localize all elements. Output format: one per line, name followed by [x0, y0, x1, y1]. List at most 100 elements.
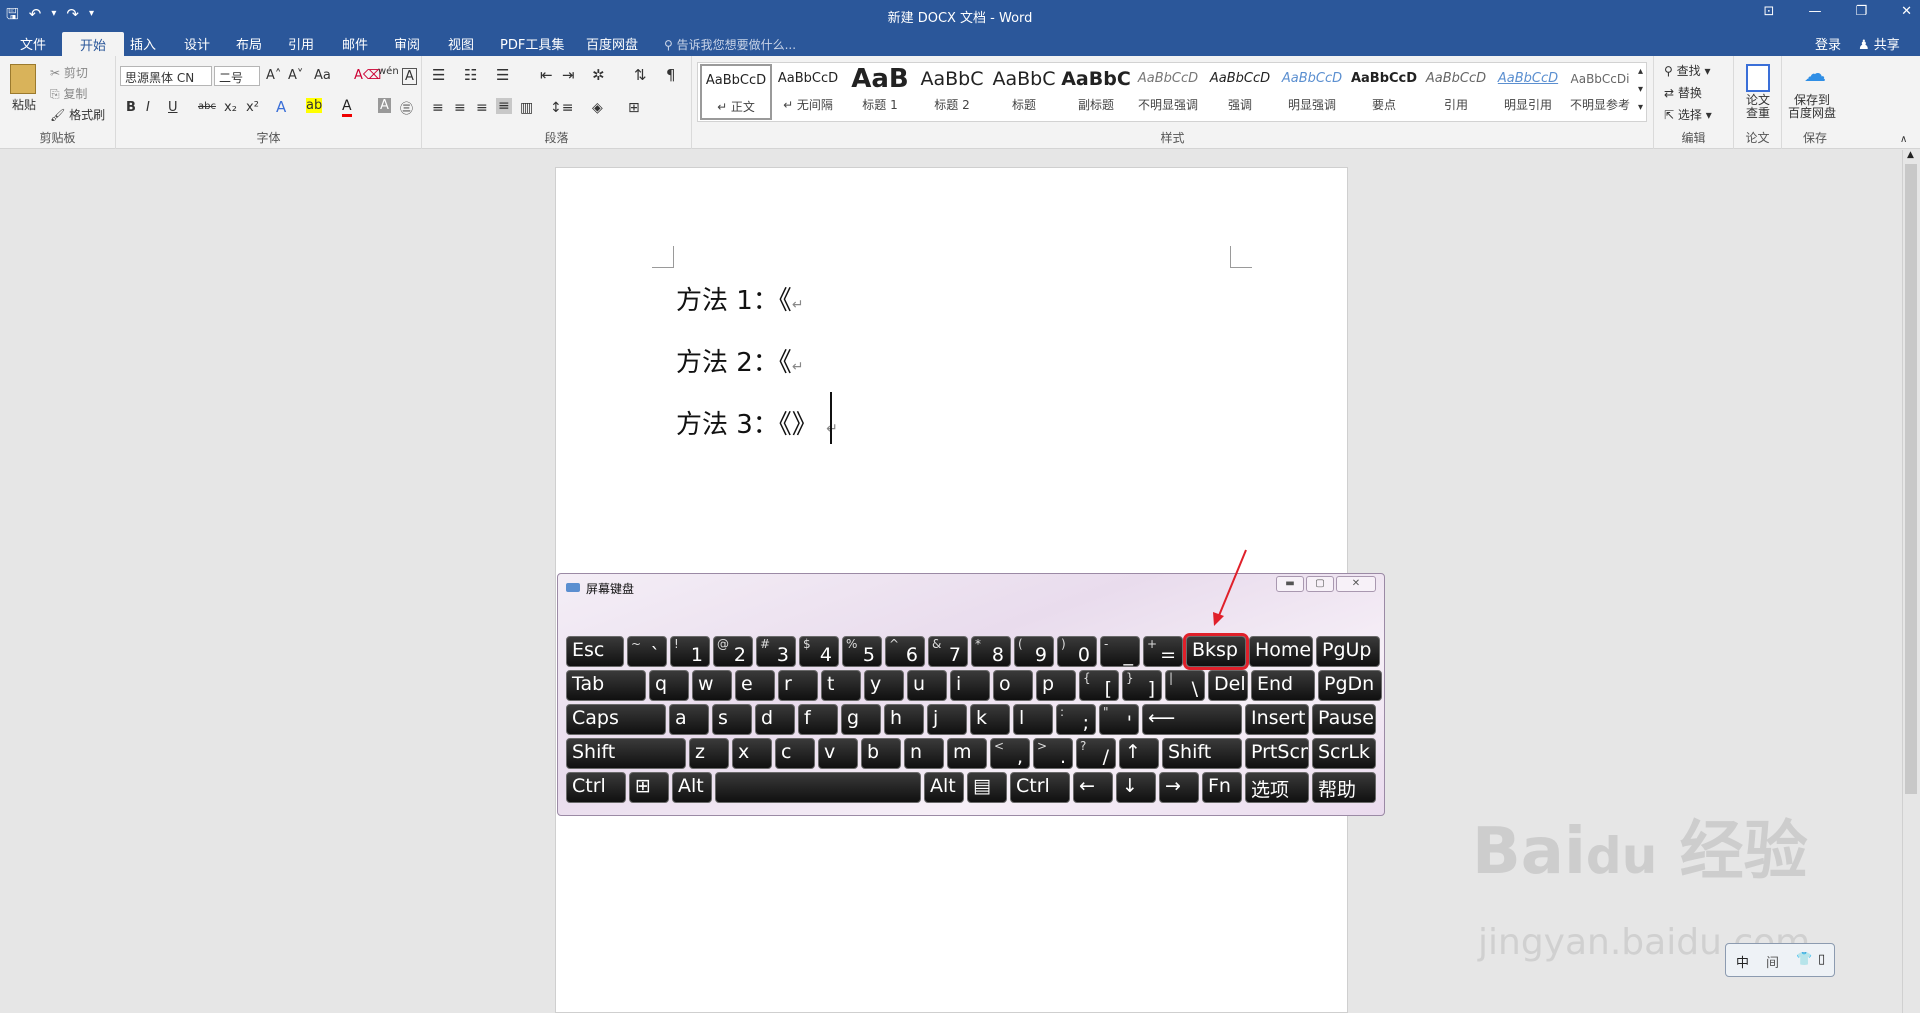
style-title[interactable]: AaBbC 标题 [988, 64, 1060, 120]
font-color-icon[interactable]: A [342, 98, 352, 117]
key[interactable]: w [692, 670, 732, 701]
key[interactable]: | \ [1165, 670, 1205, 701]
key[interactable]: ⊞ [629, 772, 669, 803]
select-button[interactable]: ⇱ 选择 ▾ [1664, 106, 1712, 123]
style-emphasis[interactable]: AaBbCcD 强调 [1204, 64, 1276, 120]
key[interactable]: Alt [924, 772, 964, 803]
key[interactable]: j [927, 704, 967, 735]
key[interactable]: ⟵ [1142, 704, 1242, 735]
tab-view[interactable]: 视图 [444, 34, 478, 53]
show-marks-icon[interactable]: ¶ [666, 66, 676, 84]
save-to-baidu-button[interactable]: 保存到 百度网盘 [1788, 94, 1836, 120]
key[interactable]: 帮助 [1312, 772, 1376, 803]
key[interactable]: x [732, 738, 772, 769]
osk-maximize-button[interactable]: ▢ [1306, 576, 1334, 592]
replace-button[interactable]: ⇄ 替换 [1664, 84, 1702, 101]
key[interactable]: h [884, 704, 924, 735]
decrease-indent-icon[interactable]: ⇤ [540, 66, 553, 84]
font-size-combo[interactable]: 二号 [214, 66, 260, 86]
numbering-icon[interactable]: ☷ [464, 66, 477, 84]
style-normal[interactable]: AaBbCcD ↵ 正文 [700, 64, 772, 120]
key[interactable]: ) 0 [1057, 636, 1097, 667]
shading-icon[interactable]: ◈ [592, 100, 603, 116]
osk-minimize-button[interactable]: ▬ [1276, 576, 1304, 592]
key[interactable]: ? / [1076, 738, 1116, 769]
tab-insert[interactable]: 插入 [126, 34, 160, 53]
paste-icon[interactable] [10, 64, 36, 94]
key[interactable]: n [904, 738, 944, 769]
underline-icon[interactable]: U [168, 100, 178, 115]
align-left-icon[interactable]: ≡ [432, 100, 444, 116]
paper-check-button[interactable]: 论文 查重 [1746, 94, 1770, 120]
key[interactable]: (9 [1014, 636, 1054, 667]
key[interactable]: z [689, 738, 729, 769]
key[interactable]: a [669, 704, 709, 735]
close-icon[interactable]: ✕ [1901, 4, 1912, 19]
key[interactable]: :; [1056, 704, 1096, 735]
key[interactable]: >. [1033, 738, 1073, 769]
styles-more-icon[interactable]: ▾ [1638, 102, 1643, 113]
increase-indent-icon[interactable]: ⇥ [562, 66, 575, 84]
key[interactable]: d [755, 704, 795, 735]
key[interactable]: ← [1073, 772, 1113, 803]
key[interactable]: % 5 [842, 636, 882, 667]
minimize-icon[interactable]: — [1808, 4, 1821, 19]
style-subtitle[interactable]: AaBbC 副标题 [1060, 64, 1132, 120]
key[interactable]: ▤ [967, 772, 1007, 803]
sort-icon[interactable]: ⇅ [634, 66, 647, 84]
find-button[interactable]: ⚲ 查找 ▾ [1664, 62, 1710, 79]
char-shading-icon[interactable]: A [378, 98, 391, 113]
text-effects-icon[interactable]: A [276, 98, 286, 116]
key[interactable]: ~ ` [627, 636, 667, 667]
style-intense-quote[interactable]: AaBbCcD 明显引用 [1492, 64, 1564, 120]
key[interactable]: PrtScn [1245, 738, 1309, 769]
key[interactable]: 选项 [1245, 772, 1309, 803]
key[interactable]: $4 [799, 636, 839, 667]
doc-line-2[interactable]: 方法 2：《↵ [676, 342, 804, 379]
ime-skin-icon[interactable]: 👕 [1796, 952, 1812, 967]
ime-toolbar[interactable]: 中 间 👕 ▯ [1725, 943, 1835, 977]
ime-options-icon[interactable]: ▯ [1818, 952, 1825, 967]
ribbon-options-icon[interactable]: ⊡ [1764, 4, 1775, 19]
key[interactable]: Shift [1162, 738, 1242, 769]
key[interactable]: Caps [566, 704, 666, 735]
italic-icon[interactable]: I [146, 100, 150, 115]
align-right-icon[interactable]: ≡ [476, 100, 488, 116]
doc-line-3[interactable]: 方法 3：《》 ↵ [676, 404, 838, 441]
ime-separator[interactable]: 间 [1766, 952, 1779, 971]
key[interactable]: → [1159, 772, 1199, 803]
change-case-icon[interactable]: Aa [314, 68, 331, 83]
key[interactable]: PgDn [1318, 670, 1382, 701]
styles-scroll-up-icon[interactable]: ▴ [1638, 66, 1643, 77]
key[interactable]: u [907, 670, 947, 701]
key[interactable]: y [864, 670, 904, 701]
tab-layout[interactable]: 布局 [232, 34, 266, 53]
superscript-icon[interactable]: x² [246, 100, 259, 115]
styles-scroll-down-icon[interactable]: ▾ [1638, 84, 1643, 95]
key[interactable]: <, [990, 738, 1030, 769]
baidu-cloud-icon[interactable]: ☁ [1804, 62, 1826, 87]
tab-baidu-netdisk[interactable]: 百度网盘 [582, 34, 642, 53]
key[interactable]: i [950, 670, 990, 701]
subscript-icon[interactable]: x₂ [224, 100, 237, 115]
vertical-scrollbar[interactable]: ▲ [1902, 150, 1920, 1013]
tab-mailings[interactable]: 邮件 [338, 34, 372, 53]
key[interactable]: Ctrl [566, 772, 626, 803]
login-link[interactable]: 登录 [1815, 34, 1841, 53]
doc-line-1[interactable]: 方法 1：《↵ [676, 280, 804, 317]
key[interactable]: l [1013, 704, 1053, 735]
style-heading-1[interactable]: AaB 标题 1 [844, 64, 916, 120]
key[interactable]: ↑ [1119, 738, 1159, 769]
share-button[interactable]: ♟ 共享 [1858, 34, 1900, 53]
key[interactable]: Insert [1245, 704, 1309, 735]
osk-close-button[interactable]: ✕ [1336, 576, 1376, 592]
key[interactable]: & 7 [928, 636, 968, 667]
font-name-combo[interactable]: 思源黑体 CN [120, 66, 212, 86]
tab-file[interactable]: 文件 [16, 34, 50, 53]
paper-check-icon[interactable] [1746, 64, 1770, 92]
strikethrough-icon[interactable]: abc [198, 101, 216, 112]
key[interactable]: - _ [1100, 636, 1140, 667]
copy-button[interactable]: ⎘ 复制 [50, 85, 87, 102]
enclose-char-icon[interactable]: ㊂ [400, 98, 413, 117]
style-heading-2[interactable]: AaBbC 标题 2 [916, 64, 988, 120]
